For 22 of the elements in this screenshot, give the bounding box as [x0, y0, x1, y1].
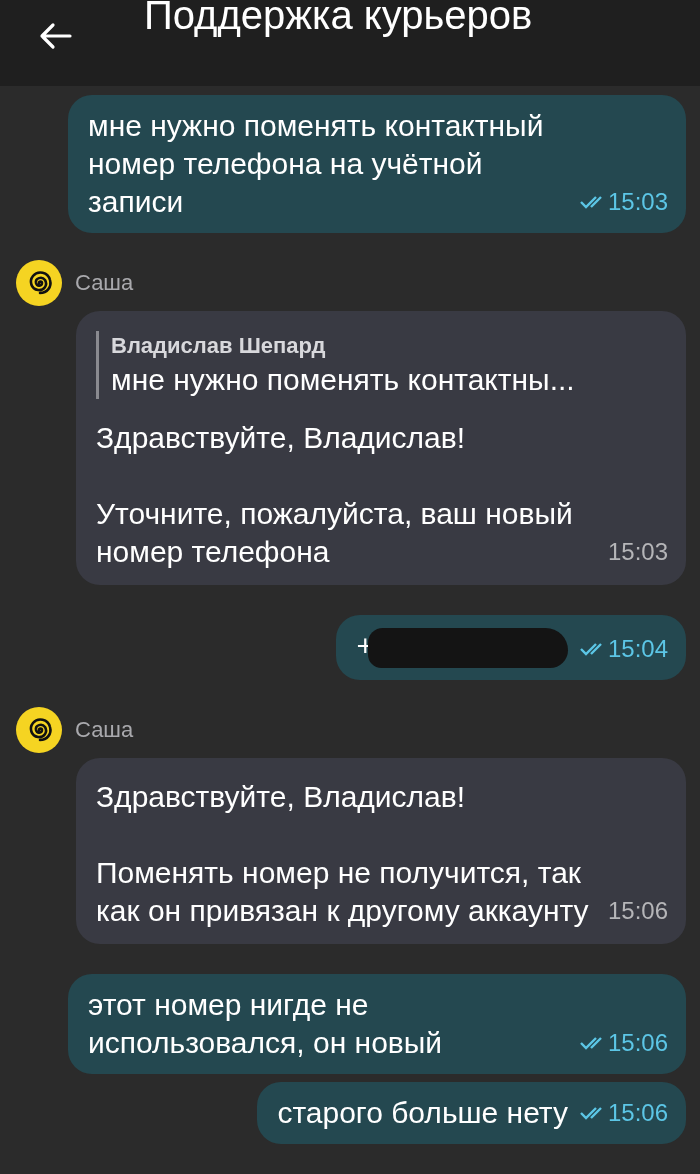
message-text: Здравствуйте, Владислав!: [96, 421, 466, 454]
quote-text: мне нужно поменять контактны...: [111, 362, 576, 398]
sender-name: Саша: [75, 717, 134, 744]
message-text: старого больше нету: [277, 1096, 568, 1130]
message-text: Здравствуйте, Владислав!: [96, 780, 466, 814]
message-time: 15:03: [607, 538, 668, 566]
quote-author: Владислав Шепард: [111, 332, 327, 360]
message-text: Поменять номер не получится, так как он привязан к другому аккаунту: [96, 856, 589, 928]
message-time: 15:03: [607, 188, 668, 216]
spiral-avatar-icon: [15, 259, 63, 307]
message-text: этот номер нигде не использовался, он новый: [88, 988, 443, 1060]
message-text: мне нужно поменять контактный номер телефона на учётной записи: [88, 109, 544, 218]
message-text: Уточните, пожалуйста, ваш новый номер телефона: [96, 497, 573, 568]
back-icon[interactable]: [38, 22, 72, 50]
message-time: 15:06: [607, 897, 668, 926]
message-time: 15:06: [607, 1099, 668, 1128]
spiral-avatar-icon: [15, 706, 63, 755]
quoted-message[interactable]: Владислав Шепард мне нужно поменять контактны...: [96, 331, 596, 399]
sender-name: Саша: [75, 270, 134, 296]
chat-title: Поддержка курьеров: [144, 0, 533, 38]
message-time: 15:04: [607, 635, 668, 664]
message-time: 15:06: [607, 1029, 668, 1058]
